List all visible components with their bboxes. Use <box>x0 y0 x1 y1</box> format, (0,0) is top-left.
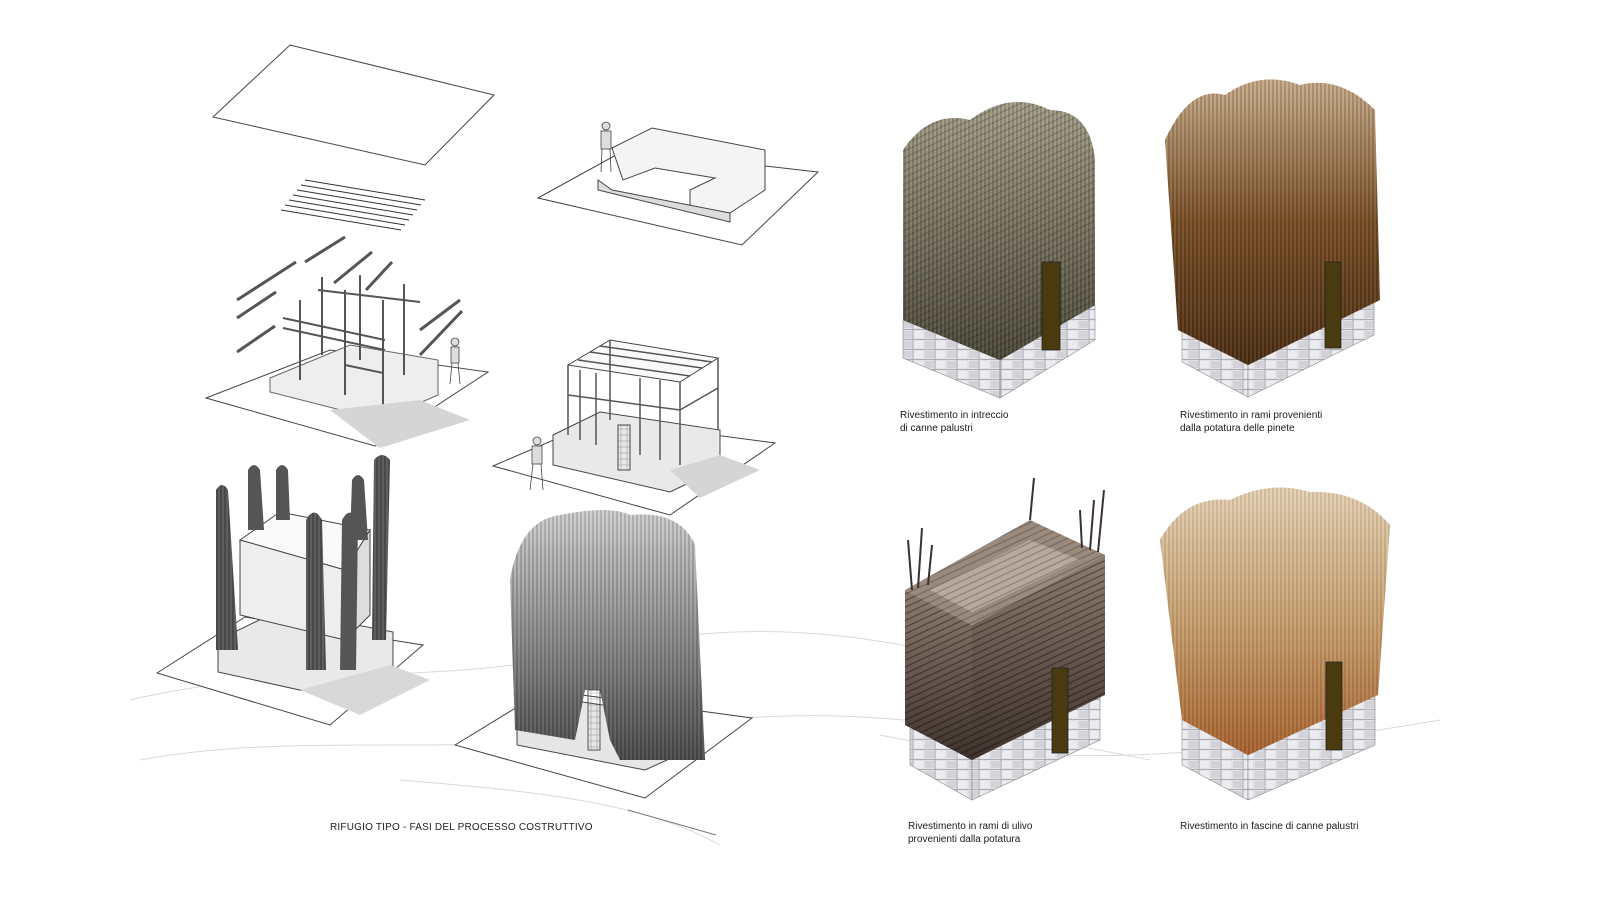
door <box>1325 661 1343 751</box>
door <box>1324 261 1342 349</box>
door <box>1041 261 1061 351</box>
variant-reed-bundles <box>1160 487 1390 801</box>
drawing-canvas <box>129 44 1441 846</box>
phase-exploded-roof <box>204 44 495 447</box>
north-arrow <box>627 809 717 836</box>
caption-line: Rivestimento in intreccio <box>900 410 1009 421</box>
caption-line: Rivestimento in rami provenienti <box>1180 410 1323 421</box>
caption-pine-branches: Rivestimento in rami provenienti dalla p… <box>1180 409 1322 435</box>
phase-stone-base <box>536 121 820 246</box>
main-title: RIFUGIO TIPO - FASI DEL PROCESSO COSTRUT… <box>330 822 593 833</box>
caption-line: di canne palustri <box>900 423 973 434</box>
door <box>1051 667 1069 754</box>
caption-line: dalla potatura delle pinete <box>1180 423 1295 434</box>
variant-pine-branches <box>1165 79 1380 398</box>
caption-reed-bundles: Rivestimento in fascine di canne palustr… <box>1180 820 1358 833</box>
phase-timber-frame <box>491 339 777 516</box>
caption-reed-weave: Rivestimento in intreccio di canne palus… <box>900 409 1008 435</box>
caption-line: provenienti dalla potatura <box>908 834 1021 845</box>
caption-line: Rivestimento in rami di ulivo <box>908 821 1033 832</box>
phase-finished-shelter <box>453 510 754 799</box>
variant-reed-weave <box>902 102 1096 399</box>
caption-olive-branches: Rivestimento in rami di ulivo provenient… <box>908 820 1033 846</box>
caption-line: Rivestimento in fascine di canne palustr… <box>1180 821 1359 832</box>
variant-olive-branches <box>905 477 1105 801</box>
